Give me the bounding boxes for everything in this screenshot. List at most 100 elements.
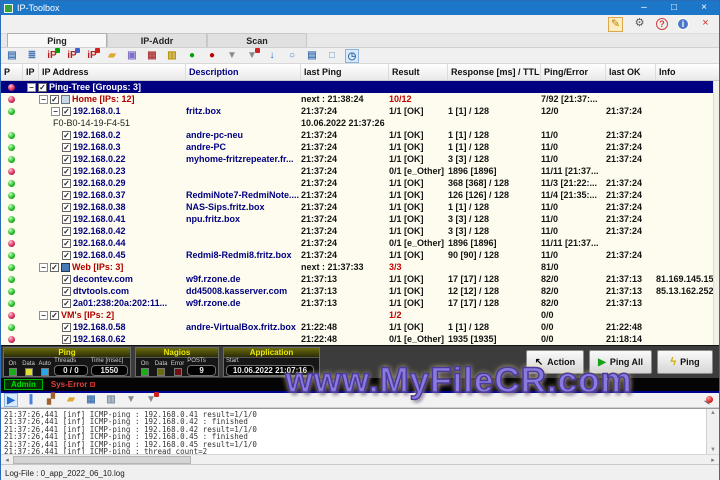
table-row[interactable]: ✓dtvtools.comdd45008.kasserver.com21:37:… [1,285,719,297]
column-header-ip[interactable]: IP [23,64,39,80]
row-checkbox[interactable]: ✓ [62,107,71,116]
log-horizontal-scrollbar[interactable]: ◂ ▸ [1,454,719,464]
row-checkbox[interactable]: ✓ [62,227,71,236]
row-checkbox[interactable]: ✓ [62,335,71,344]
table-row[interactable]: ✓192.168.0.2andre-pc-neu21:37:241/1 [OK]… [1,129,719,141]
table-row[interactable]: ✓192.168.0.45Redmi8-Redmi8.fritz.box21:3… [1,249,719,261]
table-row[interactable]: ✓192.168.0.37RedmiNote7-RedmiNote....21:… [1,189,719,201]
scroll-down-icon[interactable]: ▼ [710,447,716,453]
ip-insert-icon[interactable]: iP [65,49,79,63]
help-icon[interactable]: ? [656,18,668,30]
row-checkbox[interactable]: ✓ [38,83,47,92]
maximize-button[interactable]: □ [659,1,689,15]
scroll-right-icon[interactable]: ▸ [707,456,719,464]
open-folder-icon[interactable]: ▰ [105,49,119,63]
table-row[interactable]: ✓192.168.0.58andre-VirtualBox.fritz.box2… [1,321,719,333]
start-icon[interactable]: ● [185,49,199,63]
table-row[interactable]: −✓Home [IPs: 12]next : 21:38:2410/127/92… [1,93,719,105]
log-folder-icon[interactable]: ▰ [64,393,78,407]
column-header-last-ping[interactable]: last Ping [301,64,389,80]
pin-icon[interactable] [704,395,714,406]
table-row[interactable]: −✓Web [IPs: 3]next : 21:37:333/381/0 [1,261,719,273]
overview-icon[interactable]: ▤ [5,49,19,63]
tab-ip-addr[interactable]: IP-Addr [107,33,207,47]
row-checkbox[interactable]: ✓ [50,95,59,104]
table-row[interactable]: ✓192.168.0.41npu.fritz.box21:37:241/1 [O… [1,213,719,225]
table-row[interactable]: ✓192.168.0.2321:37:240/1 [e_Other]1896 [… [1,165,719,177]
row-checkbox[interactable]: ✓ [62,251,71,260]
log-view-icon[interactable]: ▦ [84,393,98,407]
log-clean-icon[interactable]: ▞ [44,393,58,407]
column-header-ping-error[interactable]: Ping/Error [541,64,606,80]
log-copy-icon[interactable]: ▥ [104,393,118,407]
log-filter-edit-icon[interactable]: ▼ [144,393,158,407]
save-icon[interactable]: ▣ [125,49,139,63]
column-header-response[interactable]: Response [ms] / TTL [448,64,541,80]
expander-icon[interactable]: − [27,83,36,92]
ping-all-button[interactable]: ▶Ping All [589,350,652,374]
color-grid-icon[interactable]: ▦ [145,49,159,63]
row-checkbox[interactable]: ✓ [62,131,71,140]
log-filter-icon[interactable]: ▼ [124,393,138,407]
table-row[interactable]: ✓decontev.comw9f.rzone.de21:37:131/1 [OK… [1,273,719,285]
row-checkbox[interactable]: ✓ [62,203,71,212]
row-checkbox[interactable]: ✓ [62,167,71,176]
expander-icon[interactable]: − [39,311,48,320]
row-checkbox[interactable]: ✓ [62,215,71,224]
info-icon[interactable]: i [677,18,689,30]
table-row[interactable]: ✓2a01:238:20a:202:11...w9f.rzone.de21:37… [1,297,719,309]
tab-scan[interactable]: Scan [207,33,307,47]
table-row[interactable]: F0-B0-14-19-F4-5110.06.2022 21:37:26 [1,117,719,129]
table-scrollbar[interactable] [713,81,719,345]
row-checkbox[interactable]: ✓ [62,299,71,308]
column-header-info[interactable]: Info [656,64,720,80]
row-checkbox[interactable]: ✓ [50,263,59,272]
row-checkbox[interactable]: ✓ [62,191,71,200]
column-header-description[interactable]: Description [186,64,301,80]
ip-remove-icon[interactable]: iP [85,49,99,63]
table-row[interactable]: ✓192.168.0.2921:37:241/1 [OK]368 [368] /… [1,177,719,189]
columns-icon[interactable]: ▥ [165,49,179,63]
table-row[interactable]: ✓192.168.0.22myhome-fritzrepeater.fr...2… [1,153,719,165]
filter-edit-icon[interactable]: ▼ [245,49,259,63]
close-button[interactable]: × [689,1,719,15]
row-checkbox[interactable]: ✓ [62,239,71,248]
row-checkbox[interactable]: ✓ [62,143,71,152]
action-button[interactable]: ↖Action [526,350,584,374]
down-arrow-icon[interactable]: ↓ [265,49,279,63]
expander-icon[interactable]: − [39,263,48,272]
minimize-button[interactable]: – [629,1,659,15]
tab-admin[interactable]: Admin [4,379,43,390]
expander-icon[interactable]: − [39,95,48,104]
column-header-result[interactable]: Result [389,64,448,80]
ip-add-icon[interactable]: iP [45,49,59,63]
row-checkbox[interactable]: ✓ [62,323,71,332]
table-row[interactable]: −✓Ping-Tree [Groups: 3] [1,81,719,93]
table-row[interactable]: ✓192.168.0.38NAS-Sips.fritz.box21:37:241… [1,201,719,213]
table-row[interactable]: ✓192.168.0.3andre-PC21:37:241/1 [OK]1 [1… [1,141,719,153]
edit-icon[interactable]: ✎ [608,17,623,32]
scrollbar-thumb[interactable] [13,456,191,464]
expander-icon[interactable]: − [51,107,60,116]
tab-sys-error[interactable]: Sys-Error [51,380,95,389]
log-pause-icon[interactable]: ∥ [24,393,38,407]
row-checkbox[interactable]: ✓ [62,275,71,284]
ping-button[interactable]: ϟPing [657,350,713,374]
row-checkbox[interactable]: ✓ [62,179,71,188]
row-checkbox[interactable]: ✓ [62,155,71,164]
log-start-icon[interactable]: ▶ [4,393,18,407]
table-row[interactable]: ✓192.168.0.4421:37:240/1 [e_Other]1896 [… [1,237,719,249]
table-row[interactable]: −✓VM's [IPs: 2]1/20/0 [1,309,719,321]
column-header-last-ok[interactable]: last OK [606,64,656,80]
tab-ping[interactable]: Ping [7,33,107,47]
list-icon[interactable]: ≣ [25,49,39,63]
table-row[interactable]: ✓192.168.0.4221:37:241/1 [OK]3 [3] / 128… [1,225,719,237]
table-row[interactable]: −✓192.168.0.1fritz.box21:37:241/1 [OK]1 … [1,105,719,117]
log-vertical-scrollbar[interactable]: ▲ ▼ [706,409,719,454]
row-checkbox[interactable]: ✓ [50,311,59,320]
filter-icon[interactable]: ▼ [225,49,239,63]
row-checkbox[interactable]: ✓ [62,287,71,296]
clock-icon[interactable]: ◷ [345,49,359,63]
document-icon[interactable]: □ [325,49,339,63]
tools-icon[interactable]: ⚙ [632,17,647,32]
